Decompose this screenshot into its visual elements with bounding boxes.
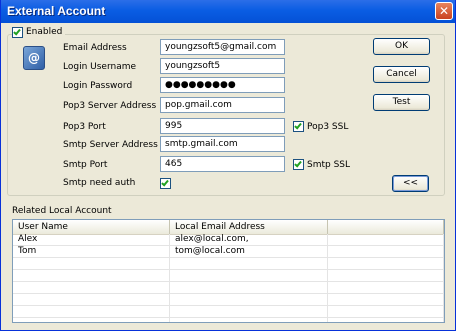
email-account-icon: @ [23, 46, 47, 70]
cell-extra [328, 246, 444, 257]
smtp-auth-checkbox[interactable] [160, 178, 171, 189]
login-password-input[interactable]: ●●●●●●●●● [160, 77, 285, 93]
smtp-server-input[interactable]: smtp.gmail.com [160, 136, 285, 152]
cell-user-name [13, 306, 170, 317]
related-accounts-table[interactable]: User Name Local Email Address Alex alex@… [12, 219, 445, 323]
login-username-label: Login Username [63, 62, 137, 72]
column-header-extra[interactable] [328, 220, 444, 234]
cell-user-name: Alex [13, 234, 170, 245]
smtp-port-label: Smtp Port [63, 160, 108, 170]
column-header-user-name[interactable]: User Name [13, 220, 170, 234]
cell-local-email [170, 306, 328, 317]
table-row[interactable]: Alex alex@local.com, [13, 234, 444, 246]
close-icon[interactable]: ✕ [435, 2, 453, 20]
collapse-button[interactable]: << [392, 175, 429, 192]
smtp-port-input[interactable]: 465 [160, 156, 285, 172]
cell-local-email: tom@local.com [170, 246, 328, 257]
cell-local-email: alex@local.com, [170, 234, 328, 245]
cell-extra [328, 258, 444, 269]
smtp-ssl-check-box[interactable] [293, 159, 304, 170]
cell-user-name: Tom [13, 246, 170, 257]
cell-local-email [170, 294, 328, 305]
pop3-port-input[interactable]: 995 [160, 118, 285, 134]
title-bar[interactable]: External Account ✕ [1, 0, 455, 23]
cell-user-name [13, 294, 170, 305]
pop3-ssl-checkbox[interactable]: Pop3 SSL [293, 121, 348, 132]
smtp-auth-label: Smtp need auth [63, 178, 136, 188]
email-address-label: Email Address [63, 43, 127, 53]
cell-extra [328, 234, 444, 245]
table-row[interactable] [13, 270, 444, 282]
check-mark-icon [13, 27, 21, 35]
cell-extra [328, 318, 444, 322]
cell-extra [328, 306, 444, 317]
related-local-account-title: Related Local Account [12, 206, 112, 216]
cell-local-email [170, 258, 328, 269]
check-mark-icon [161, 178, 169, 187]
table-row[interactable] [13, 318, 444, 322]
pop3-port-label: Pop3 Port [63, 122, 106, 132]
smtp-ssl-label: Smtp SSL [307, 159, 351, 170]
cancel-button[interactable]: Cancel [373, 66, 430, 83]
table-row[interactable] [13, 306, 444, 318]
table-row[interactable] [13, 282, 444, 294]
pop3-server-label: Pop3 Server Address [63, 101, 157, 111]
test-button[interactable]: Test [373, 94, 430, 111]
cell-local-email [170, 270, 328, 281]
at-sign-icon: @ [23, 46, 45, 70]
smtp-ssl-checkbox[interactable]: Smtp SSL [293, 159, 350, 170]
table-row[interactable] [13, 258, 444, 270]
cell-local-email [170, 282, 328, 293]
cell-extra [328, 282, 444, 293]
cell-user-name [13, 318, 170, 322]
cell-user-name [13, 270, 170, 281]
login-password-label: Login Password [63, 81, 133, 91]
pop3-ssl-check-box[interactable] [293, 121, 304, 132]
cell-user-name [13, 258, 170, 269]
external-account-dialog: External Account ✕ Enabled @ Email Addre… [0, 0, 456, 331]
smtp-server-label: Smtp Server Address [63, 140, 158, 150]
ok-button[interactable]: OK [373, 38, 430, 55]
enabled-check-box[interactable] [12, 26, 23, 38]
cell-user-name [13, 282, 170, 293]
enabled-checkbox[interactable]: Enabled [12, 25, 66, 39]
login-username-input[interactable]: youngzsoft5 [160, 58, 285, 74]
cell-extra [328, 294, 444, 305]
cell-extra [328, 270, 444, 281]
table-body: Alex alex@local.com, Tom tom@local.com [13, 234, 444, 322]
pop3-server-input[interactable]: pop.gmail.com [160, 97, 285, 113]
cell-local-email [170, 318, 328, 322]
table-row[interactable] [13, 294, 444, 306]
check-mark-icon [294, 159, 302, 168]
enabled-label: Enabled [26, 27, 63, 37]
table-row[interactable]: Tom tom@local.com [13, 246, 444, 258]
pop3-ssl-label: Pop3 SSL [307, 121, 349, 132]
column-header-local-email[interactable]: Local Email Address [170, 220, 328, 234]
table-header: User Name Local Email Address [13, 220, 444, 235]
window-title: External Account [7, 4, 106, 18]
check-mark-icon [294, 121, 302, 130]
email-address-input[interactable]: youngzsoft5@gmail.com [160, 39, 285, 55]
